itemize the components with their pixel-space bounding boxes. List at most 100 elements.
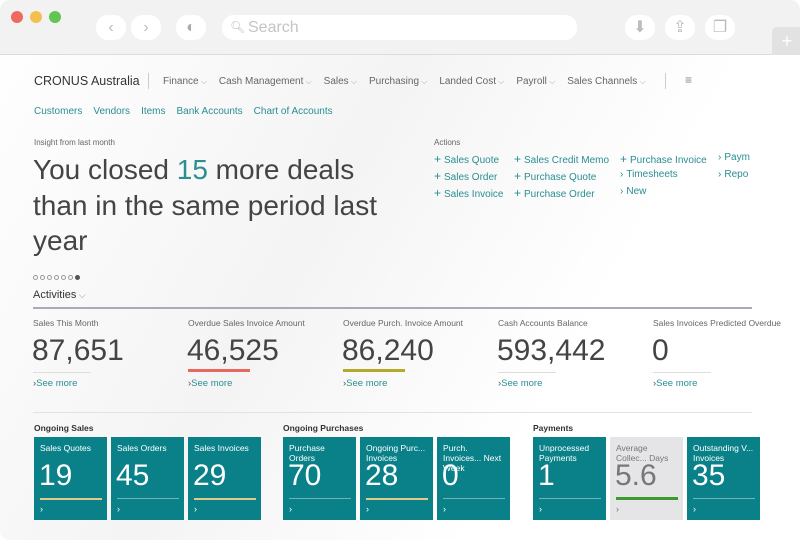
tile-outstanding-v-invoices[interactable]: Outstanding V... Invoices 35 › <box>687 437 760 520</box>
action-label: Purchase Invoice <box>630 155 707 166</box>
tile-unprocessed-payments[interactable]: Unprocessed Payments 1 › <box>533 437 606 520</box>
divider <box>148 73 149 89</box>
cue-indicator <box>343 369 405 372</box>
cue-value[interactable]: 593,442 <box>497 334 605 368</box>
tile-indicator <box>616 497 678 500</box>
see-more-link[interactable]: ›See more <box>498 378 542 389</box>
action-timesheets[interactable]: › Timesheets <box>620 169 678 180</box>
nav-menu-sales-channels[interactable]: Sales Channels ⌵ <box>567 76 645 87</box>
tile-indicator <box>443 498 505 499</box>
pager-dot[interactable] <box>33 275 38 280</box>
download-button[interactable]: ⬇ <box>625 15 655 40</box>
action-purchase-quote[interactable]: + Purchase Quote <box>514 169 596 183</box>
pager-dot[interactable] <box>68 275 73 280</box>
action-sales-invoice[interactable]: + Sales Invoice <box>434 186 504 200</box>
quick-link[interactable]: Chart of Accounts <box>254 106 333 117</box>
chevron-right-icon: › <box>289 504 292 514</box>
tile-sales-orders[interactable]: Sales Orders 45 › <box>111 437 184 520</box>
chevron-right-icon: › <box>539 504 542 514</box>
see-more-label: See more <box>346 378 388 389</box>
tile-value: 70 <box>288 459 322 492</box>
quick-link[interactable]: Customers <box>34 106 82 117</box>
action-sales-order[interactable]: + Sales Order <box>434 169 497 183</box>
action-purchase-order[interactable]: + Purchase Order <box>514 186 595 200</box>
menu-label: Sales <box>323 76 349 87</box>
quick-link[interactable]: Items <box>141 106 165 117</box>
action-sales-quote[interactable]: + Sales Quote <box>434 152 499 166</box>
pager-dot[interactable] <box>75 275 80 280</box>
tile-label: Sales Orders <box>117 443 167 453</box>
tile-indicator <box>117 498 179 499</box>
quick-link[interactable]: Vendors <box>93 106 130 117</box>
hamburger-menu-icon[interactable]: ≡ <box>685 73 692 87</box>
tile-ongoing-purc-invoices[interactable]: Ongoing Purc... Invoices 28 › <box>360 437 433 520</box>
action-purchase-invoice[interactable]: + Purchase Invoice <box>620 152 707 166</box>
nav-menu-sales[interactable]: Sales ⌵ <box>324 76 357 87</box>
tile-average-collec-days[interactable]: Average Collec... Days 5.6 › <box>610 437 683 520</box>
pager-dot[interactable] <box>47 275 52 280</box>
tile-value: 0 <box>442 459 459 492</box>
cue-value[interactable]: 46,525 <box>187 334 279 368</box>
action-paym[interactable]: › Paym <box>718 152 750 163</box>
see-more-link[interactable]: ›See more <box>188 378 232 389</box>
reader-button[interactable]: ◐ <box>176 15 206 40</box>
group-title: Payments <box>533 423 574 433</box>
reader-icon: ◐ <box>186 19 196 36</box>
search-input[interactable]: 🔍︎ Search <box>222 15 577 40</box>
action-sales-credit-memo[interactable]: + Sales Credit Memo <box>514 152 609 166</box>
headline-text: than in the same period last <box>33 189 377 221</box>
pager-dot[interactable] <box>54 275 59 280</box>
chevron-down-icon: ⌵ <box>348 77 357 86</box>
tabs-button[interactable]: ❐ <box>705 15 735 40</box>
tile-sales-quotes[interactable]: Sales Quotes 19 › <box>34 437 107 520</box>
share-button[interactable]: ⇪ <box>665 15 695 40</box>
share-icon: ⇪ <box>673 19 687 36</box>
cue-value[interactable]: 86,240 <box>342 334 434 368</box>
insight-headline: You closed 15 more deals than in the sam… <box>33 152 377 259</box>
nav-menu: Finance ⌵ Cash Management ⌵ Sales ⌵ Purchas… <box>163 76 658 87</box>
tile-purchase-orders[interactable]: Purchase Orders 70 › <box>283 437 356 520</box>
nav-menu-cash-management[interactable]: Cash Management ⌵ <box>219 76 312 87</box>
headline-text: more deals <box>207 154 355 185</box>
action-label: Purchase Order <box>524 189 595 200</box>
pager-dot[interactable] <box>40 275 45 280</box>
cue-value[interactable]: 87,651 <box>32 334 124 368</box>
nav-menu-payroll[interactable]: Payroll ⌵ <box>516 76 555 87</box>
tile-indicator <box>40 498 102 500</box>
maximize-window-button[interactable] <box>49 11 61 23</box>
back-button[interactable]: ‹ <box>96 15 126 40</box>
forward-button[interactable]: › <box>131 15 161 40</box>
company-name: CRONUS Australia <box>34 74 140 88</box>
quick-link[interactable]: Bank Accounts <box>177 106 243 117</box>
tile-purch-invoices-next-week[interactable]: Purch. Invoices... Next Week 0 › <box>437 437 510 520</box>
tile-sales-invoices[interactable]: Sales Invoices 29 › <box>188 437 261 520</box>
divider <box>665 73 666 89</box>
tile-indicator <box>194 498 256 500</box>
see-more-link[interactable]: ›See more <box>343 378 387 389</box>
group-title: Ongoing Sales <box>34 423 94 433</box>
nav-menu-finance[interactable]: Finance ⌵ <box>163 76 207 87</box>
tile-label: Sales Quotes <box>40 443 92 453</box>
tile-value: 35 <box>692 459 726 492</box>
chevron-right-icon: › <box>620 186 624 197</box>
menu-label: Payroll <box>516 76 547 87</box>
nav-menu-landed-cost[interactable]: Landed Cost ⌵ <box>439 76 504 87</box>
nav-menu-purchasing[interactable]: Purchasing ⌵ <box>369 76 427 87</box>
minimize-window-button[interactable] <box>30 11 42 23</box>
tile-value: 19 <box>39 459 73 492</box>
close-window-button[interactable] <box>11 11 23 23</box>
see-more-link[interactable]: ›See more <box>33 378 77 389</box>
new-tab-button[interactable]: + <box>772 27 800 55</box>
headline-text: year <box>33 225 88 256</box>
group-title: Ongoing Purchases <box>283 423 364 433</box>
action-label: Sales Quote <box>444 155 500 166</box>
pager-dot[interactable] <box>61 275 66 280</box>
cue-value[interactable]: 0 <box>652 334 669 368</box>
chevron-down-icon: ⌵ <box>76 290 86 300</box>
action-new[interactable]: › New <box>620 186 646 197</box>
section-divider <box>33 307 752 309</box>
activities-header[interactable]: Activities ⌵ <box>33 289 86 301</box>
cue-label: Cash Accounts Balance <box>498 318 588 328</box>
see-more-link[interactable]: ›See more <box>653 378 697 389</box>
action-repo[interactable]: › Repo <box>718 169 748 180</box>
